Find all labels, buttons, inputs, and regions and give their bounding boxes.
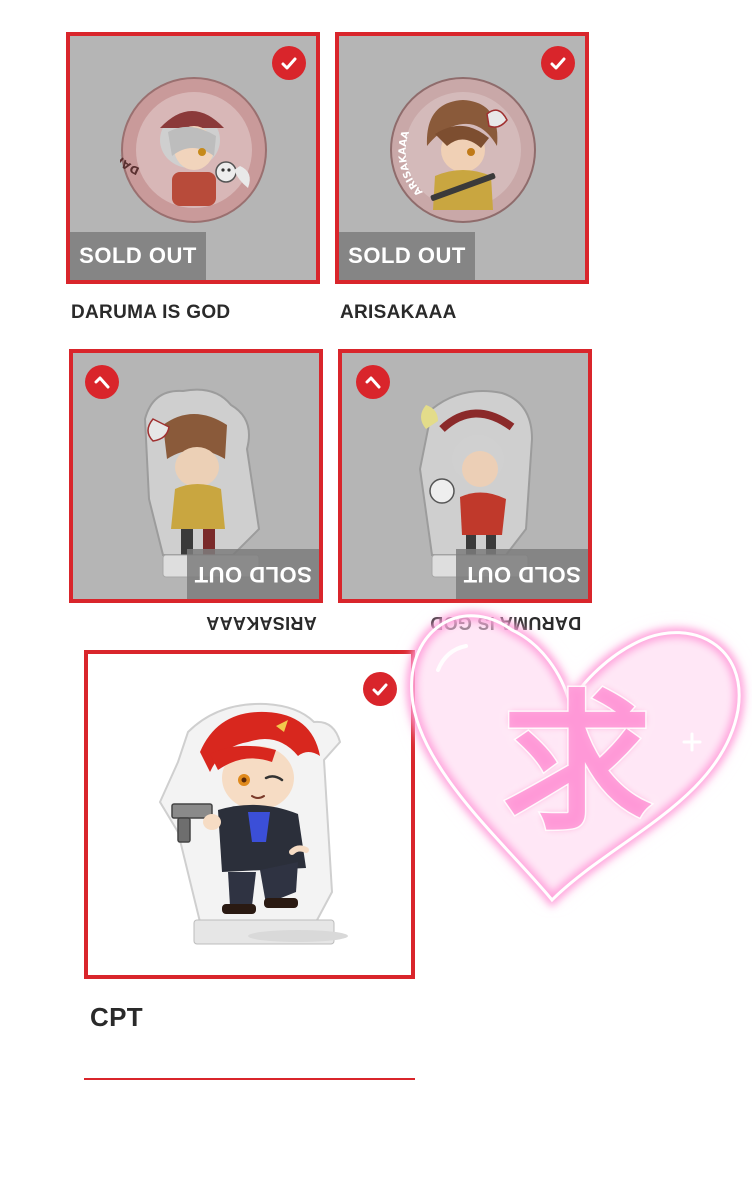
divider [84,1078,415,1080]
selected-check-icon[interactable] [356,365,390,399]
product-card-daruma-stand[interactable]: SOLD OUT [338,349,592,603]
sold-out-badge: SOLD OUT [187,549,319,599]
svg-text:DARUMA IS GOD: DARUMA IS GOD [120,78,141,177]
product-card-daruma-badge[interactable]: DARUMA IS GOD SOLD OUT [66,32,320,284]
sold-out-badge: SOLD OUT [456,549,588,599]
sold-out-badge: SOLD OUT [339,232,475,280]
product-card-cpt-stand[interactable] [84,650,415,979]
selected-check-icon[interactable] [541,46,575,80]
product-name[interactable]: DARUMA IS GOD [71,302,230,324]
selected-check-icon[interactable] [272,46,306,80]
product-name[interactable]: ARISAKAAA [340,302,457,324]
selected-check-icon[interactable] [85,365,119,399]
arisaka-badge-arc-text: ARISAKAAA [398,129,426,197]
sticker-glyph-core: 求 [502,677,652,851]
product-card-arisaka-badge[interactable]: ARISAKAAA SOLD OUT [335,32,589,284]
product-name[interactable]: CPT [90,1002,143,1033]
heart-sticker: 求 求 [406,610,745,908]
product-card-arisaka-stand[interactable]: SOLD OUT [69,349,323,603]
svg-text:ARISAKAAA: ARISAKAAA [398,129,426,197]
daruma-badge-arc-text: DARUMA IS GOD [120,78,141,177]
cpt-stand-image [158,702,348,945]
sold-out-badge: SOLD OUT [70,232,206,280]
